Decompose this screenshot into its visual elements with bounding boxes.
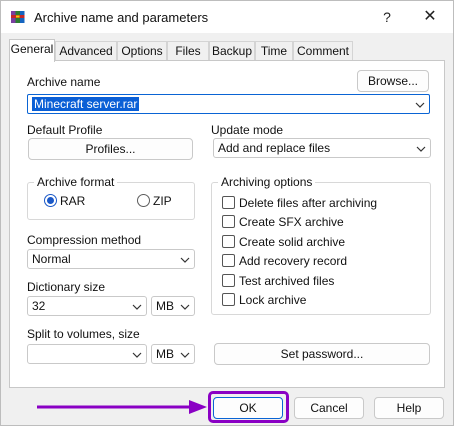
dialog-title: Archive name and parameters [34, 10, 209, 25]
help-button[interactable]: Help [374, 397, 444, 419]
tab-general[interactable]: General [9, 39, 55, 62]
ok-button-highlight [208, 391, 289, 423]
browse-button[interactable]: Browse... [357, 70, 429, 92]
test-archived-checkbox[interactable] [222, 274, 235, 287]
tab-options[interactable]: Options [117, 41, 167, 61]
split-volumes-select[interactable] [27, 344, 147, 364]
compression-method-select[interactable]: Normal [27, 249, 195, 269]
archive-format-label: Archive format [34, 175, 118, 189]
default-profile-label: Default Profile [27, 123, 103, 137]
create-sfx-label[interactable]: Create SFX archive [239, 215, 344, 229]
split-unit-select[interactable]: MB [151, 344, 195, 364]
archiving-options-label: Archiving options [218, 175, 316, 189]
close-button[interactable]: ✕ [415, 5, 445, 29]
cancel-button[interactable]: Cancel [294, 397, 364, 419]
test-archived-label[interactable]: Test archived files [239, 274, 334, 288]
compression-method-label: Compression method [27, 233, 142, 247]
chevron-down-icon [180, 257, 190, 263]
rar-label[interactable]: RAR [60, 194, 85, 208]
compression-method-value: Normal [32, 252, 71, 266]
rar-radio[interactable] [44, 194, 57, 207]
tab-comment[interactable]: Comment [293, 41, 353, 61]
zip-label[interactable]: ZIP [153, 194, 172, 208]
chevron-down-icon [180, 352, 190, 358]
zip-radio[interactable] [137, 194, 150, 207]
archive-name-value: Minecraft server.rar [32, 97, 140, 111]
split-unit-value: MB [156, 347, 174, 361]
dictionary-size-select[interactable]: 32 [27, 296, 147, 316]
dictionary-unit-select[interactable]: MB [151, 296, 195, 316]
tab-time[interactable]: Time [255, 41, 293, 61]
chevron-down-icon [180, 304, 190, 310]
update-mode-value: Add and replace files [218, 141, 331, 155]
arrow-right-icon [37, 400, 207, 414]
tab-files[interactable]: Files [167, 41, 209, 61]
recovery-record-checkbox[interactable] [222, 254, 235, 267]
winrar-books-icon [11, 11, 25, 23]
delete-files-checkbox[interactable] [222, 196, 235, 209]
help-titlebar-button[interactable]: ? [372, 5, 402, 29]
title-bar[interactable]: Archive name and parameters ? ✕ [1, 1, 453, 33]
chevron-down-icon [132, 304, 142, 310]
general-tab-panel: Archive name Browse... Minecraft server.… [9, 60, 445, 388]
tab-advanced[interactable]: Advanced [55, 41, 117, 61]
chevron-down-icon [415, 102, 425, 108]
split-volumes-label: Split to volumes, size [27, 327, 140, 341]
delete-files-label[interactable]: Delete files after archiving [239, 196, 377, 210]
set-password-button[interactable]: Set password... [214, 343, 430, 365]
chevron-down-icon [132, 352, 142, 358]
recovery-record-label[interactable]: Add recovery record [239, 254, 347, 268]
chevron-down-icon [416, 146, 426, 152]
create-solid-label[interactable]: Create solid archive [239, 235, 345, 249]
archive-name-input[interactable]: Minecraft server.rar [27, 94, 430, 114]
update-mode-label: Update mode [211, 123, 284, 137]
lock-archive-label[interactable]: Lock archive [239, 293, 306, 307]
dictionary-size-value: 32 [32, 299, 46, 313]
dialog-window: Archive name and parameters ? ✕ General … [0, 0, 454, 426]
profiles-button[interactable]: Profiles... [28, 138, 193, 160]
dictionary-size-label: Dictionary size [27, 280, 106, 294]
archive-name-label: Archive name [27, 75, 101, 89]
create-sfx-checkbox[interactable] [222, 215, 235, 228]
lock-archive-checkbox[interactable] [222, 293, 235, 306]
create-solid-checkbox[interactable] [222, 235, 235, 248]
update-mode-select[interactable]: Add and replace files [213, 138, 431, 158]
tab-backup[interactable]: Backup [209, 41, 255, 61]
dictionary-unit-value: MB [156, 299, 174, 313]
